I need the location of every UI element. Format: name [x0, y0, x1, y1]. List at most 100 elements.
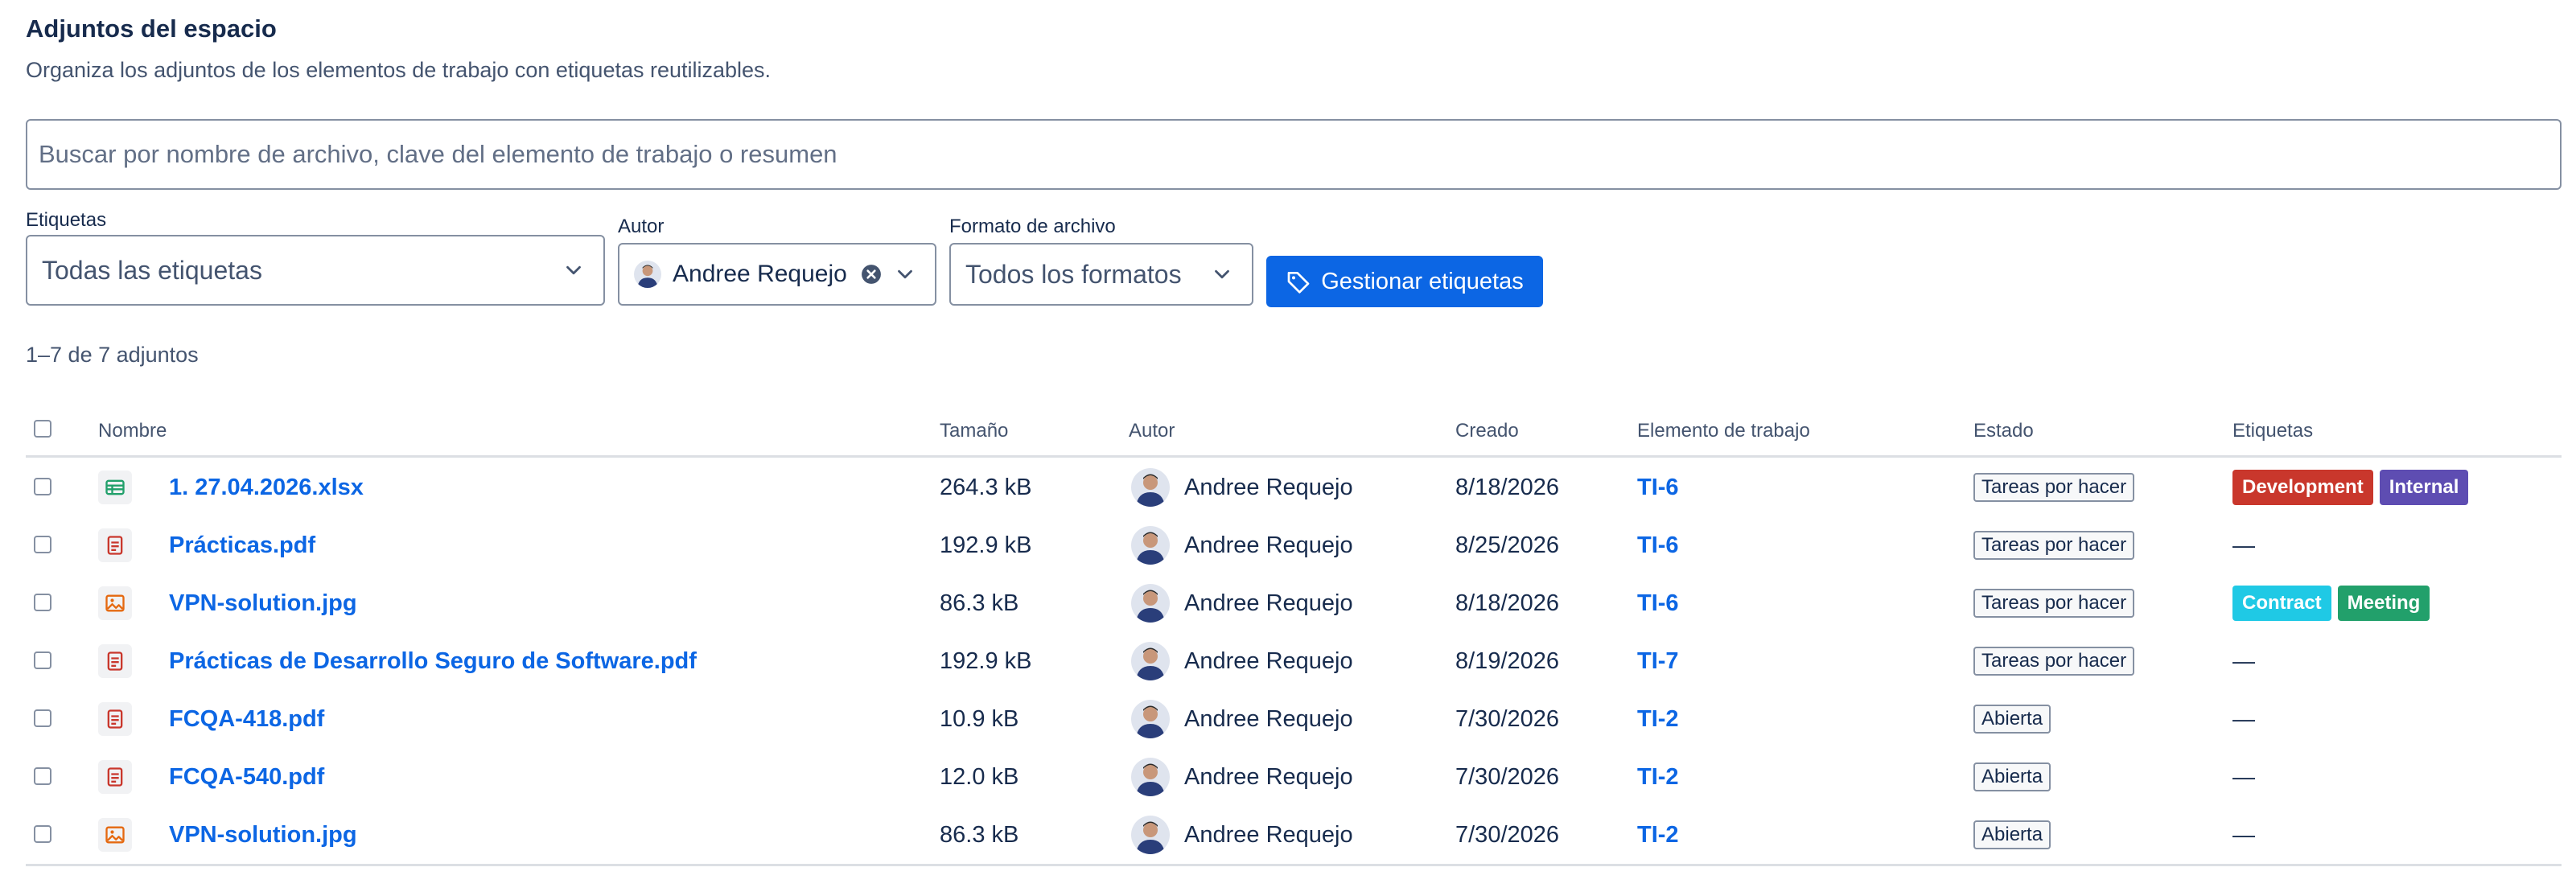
format-filter-select[interactable]: Todos los formatos — [949, 243, 1253, 306]
file-name-link[interactable]: FCQA-418.pdf — [169, 706, 324, 733]
table-bottom-divider — [26, 864, 2562, 866]
manage-labels-button[interactable]: Gestionar etiquetas — [1266, 256, 1543, 307]
created-date: 8/18/2026 — [1455, 474, 1560, 500]
table-row[interactable]: Prácticas de Desarrollo Seguro de Softwa… — [0, 632, 2576, 690]
row-checkbox[interactable] — [34, 651, 51, 669]
page-subtitle: Organiza los adjuntos de los elementos d… — [26, 58, 772, 82]
clear-icon[interactable] — [861, 264, 882, 285]
work-item-link[interactable]: TI-6 — [1637, 475, 1679, 501]
search-input[interactable] — [26, 119, 2562, 190]
author-name: Andree Requejo — [1184, 705, 1353, 732]
results-count: 1–7 de 7 adjuntos — [26, 343, 199, 367]
labels-filter-select[interactable]: Todas las etiquetas — [26, 235, 605, 306]
label-tag[interactable]: Development — [2232, 470, 2373, 505]
avatar — [1131, 468, 1170, 507]
status-badge: Tareas por hacer — [1973, 589, 2135, 618]
no-labels: — — [2232, 706, 2255, 731]
file-name-link[interactable]: Prácticas de Desarrollo Seguro de Softwa… — [169, 648, 697, 675]
no-labels: — — [2232, 532, 2255, 557]
table-row[interactable]: VPN-solution.jpg 86.3 kB Andree Requejo 8/1… — [0, 574, 2576, 632]
created-date: 8/18/2026 — [1455, 590, 1560, 616]
column-header-author[interactable]: Autor — [1129, 420, 1175, 442]
attachments-page: Adjuntos del espacio Organiza los adjunt… — [0, 0, 2576, 896]
table-row[interactable]: Prácticas.pdf 192.9 kB Andree Requejo 8/25/… — [0, 516, 2576, 574]
status-badge: Tareas por hacer — [1973, 647, 2135, 676]
avatar — [1131, 816, 1170, 854]
image-file-icon — [98, 586, 132, 620]
table-row[interactable]: VPN-solution.jpg 86.3 kB Andree Requejo 7/3… — [0, 806, 2576, 864]
avatar — [1131, 526, 1170, 565]
status-badge: Tareas por hacer — [1973, 531, 2135, 560]
author-filter-value: Andree Requejo — [673, 261, 847, 287]
file-name-link[interactable]: VPN-solution.jpg — [169, 822, 357, 849]
row-checkbox[interactable] — [34, 825, 51, 843]
table-row[interactable]: FCQA-540.pdf 12.0 kB Andree Requejo 7/30/20… — [0, 748, 2576, 806]
status-badge: Abierta — [1973, 705, 2051, 734]
chevron-down-icon — [1215, 269, 1229, 279]
format-filter-label: Formato de archivo — [949, 216, 1116, 237]
file-name-link[interactable]: 1. 27.04.2026.xlsx — [169, 475, 364, 501]
document-file-icon — [98, 702, 132, 736]
label-tag[interactable]: Meeting — [2337, 586, 2430, 621]
file-name-link[interactable]: FCQA-540.pdf — [169, 764, 324, 791]
document-file-icon — [98, 528, 132, 562]
column-header-size[interactable]: Tamaño — [940, 420, 1008, 442]
author-filter-label: Autor — [618, 216, 665, 237]
work-item-link[interactable]: TI-6 — [1637, 590, 1679, 617]
author-filter-select[interactable]: Andree Requejo — [618, 243, 936, 306]
avatar — [1131, 700, 1170, 738]
file-name-link[interactable]: Prácticas.pdf — [169, 532, 315, 559]
table-row[interactable]: FCQA-418.pdf 10.9 kB Andree Requejo 7/30/20… — [0, 690, 2576, 748]
no-labels: — — [2232, 764, 2255, 789]
status-badge: Tareas por hacer — [1973, 473, 2135, 502]
avatar — [1131, 584, 1170, 623]
column-header-created[interactable]: Creado — [1455, 420, 1519, 442]
work-item-link[interactable]: TI-2 — [1637, 706, 1679, 733]
file-size: 192.9 kB — [940, 532, 1032, 558]
author-name: Andree Requejo — [1184, 821, 1353, 848]
no-labels: — — [2232, 822, 2255, 847]
column-header-work-item[interactable]: Elemento de trabajo — [1637, 420, 1810, 442]
avatar — [1131, 642, 1170, 680]
select-all-checkbox[interactable] — [34, 420, 51, 438]
status-badge: Abierta — [1973, 820, 2051, 849]
chevron-down-icon — [566, 265, 581, 275]
row-checkbox[interactable] — [34, 478, 51, 495]
row-checkbox[interactable] — [34, 594, 51, 611]
row-checkbox[interactable] — [34, 536, 51, 553]
image-file-icon — [98, 818, 132, 852]
author-name: Andree Requejo — [1184, 590, 1353, 616]
work-item-link[interactable]: TI-2 — [1637, 822, 1679, 849]
status-badge: Abierta — [1973, 762, 2051, 791]
document-file-icon — [98, 644, 132, 678]
file-size: 192.9 kB — [940, 647, 1032, 674]
file-size: 12.0 kB — [940, 763, 1019, 790]
row-checkbox[interactable] — [34, 709, 51, 727]
label-tag[interactable]: Internal — [2379, 470, 2469, 505]
label-tag[interactable]: Contract — [2232, 586, 2331, 621]
table-row[interactable]: 1. 27.04.2026.xlsx 264.3 kB Andree Requejo… — [0, 458, 2576, 516]
labels-filter-value: Todas las etiquetas — [42, 255, 262, 285]
labels-filter-label: Etiquetas — [26, 209, 107, 231]
file-size: 10.9 kB — [940, 705, 1019, 732]
work-item-link[interactable]: TI-2 — [1637, 764, 1679, 791]
column-header-name[interactable]: Nombre — [98, 420, 167, 442]
author-name: Andree Requejo — [1184, 474, 1353, 500]
file-size: 264.3 kB — [940, 474, 1032, 500]
document-file-icon — [98, 760, 132, 794]
chevron-down-icon — [898, 269, 912, 279]
file-name-link[interactable]: VPN-solution.jpg — [169, 590, 357, 617]
row-checkbox[interactable] — [34, 767, 51, 785]
column-header-status[interactable]: Estado — [1973, 420, 2034, 442]
page-title: Adjuntos del espacio — [26, 14, 277, 43]
manage-labels-label: Gestionar etiquetas — [1321, 268, 1524, 294]
created-date: 8/25/2026 — [1455, 532, 1560, 558]
spreadsheet-file-icon — [98, 471, 132, 504]
created-date: 8/19/2026 — [1455, 647, 1560, 674]
work-item-link[interactable]: TI-6 — [1637, 532, 1679, 559]
column-header-labels[interactable]: Etiquetas — [2232, 420, 2313, 442]
file-size: 86.3 kB — [940, 590, 1019, 616]
work-item-link[interactable]: TI-7 — [1637, 648, 1679, 675]
no-labels: — — [2232, 648, 2255, 673]
created-date: 7/30/2026 — [1455, 763, 1560, 790]
